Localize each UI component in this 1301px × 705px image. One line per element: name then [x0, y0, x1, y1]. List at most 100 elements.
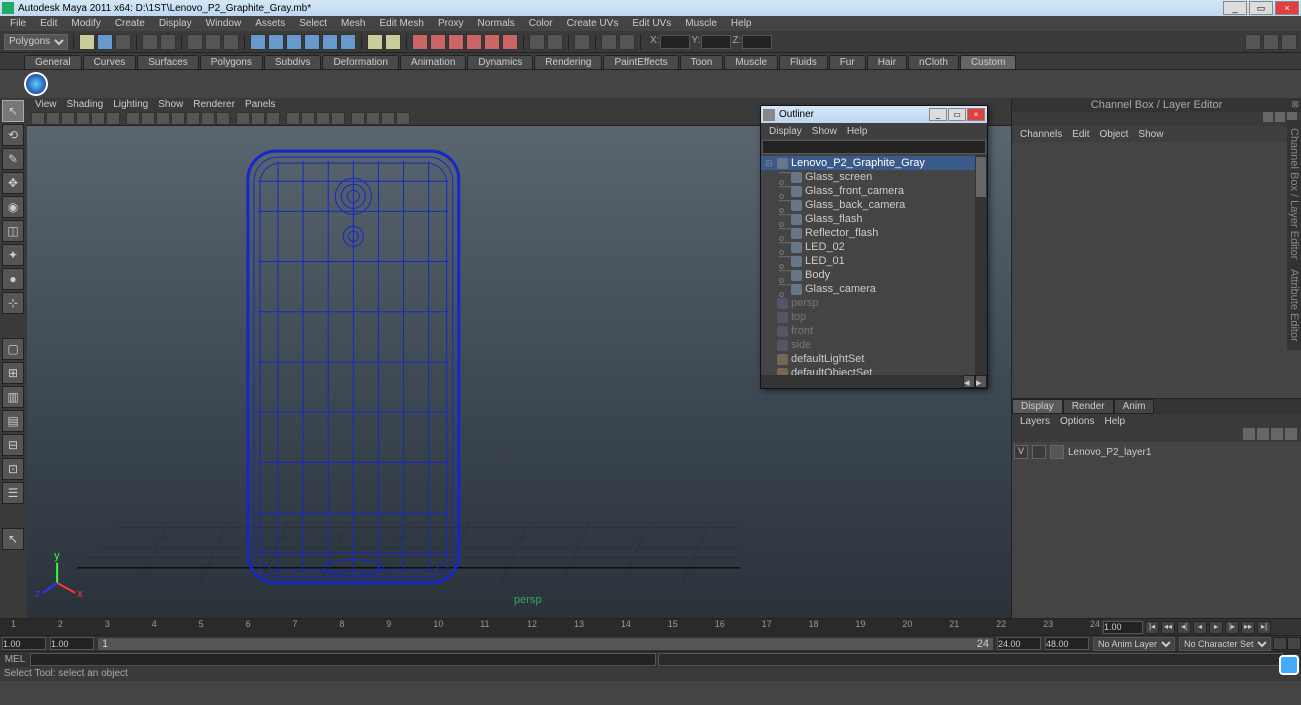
move-tool-icon[interactable]: ✥ [2, 172, 24, 194]
last-tool-icon[interactable]: ↖ [2, 528, 24, 550]
outliner-item[interactable]: top [761, 310, 975, 324]
close-icon[interactable]: ⊠ [1291, 99, 1299, 110]
vp-icon[interactable] [381, 112, 395, 125]
range-start-field[interactable] [2, 637, 46, 650]
vp-icon[interactable] [91, 112, 105, 125]
snap-point-icon[interactable] [286, 34, 302, 50]
menu-proxy[interactable]: Proxy [432, 18, 470, 29]
character-set-dropdown[interactable]: No Character Set [1179, 637, 1271, 651]
layout-two-side-icon[interactable]: ▥ [2, 386, 24, 408]
history-icon[interactable] [367, 34, 383, 50]
outliner-item[interactable]: side [761, 338, 975, 352]
playback-prevkey-icon[interactable]: ◂◂ [1161, 621, 1175, 634]
shelf-tab-custom[interactable]: Custom [960, 55, 1016, 69]
soft-mod-tool-icon[interactable]: ● [2, 268, 24, 290]
anim-layer-dropdown[interactable]: No Anim Layer [1093, 637, 1175, 651]
render-view-icon[interactable] [466, 34, 482, 50]
select-by-component-icon[interactable] [223, 34, 239, 50]
playback-stepfwd-icon[interactable]: |▸ [1225, 621, 1239, 634]
range-track[interactable]: 124 [98, 638, 993, 650]
menuset-dropdown[interactable]: Polygons [4, 34, 68, 50]
playback-stepback-icon[interactable]: ◂| [1177, 621, 1191, 634]
shelf-tab-muscle[interactable]: Muscle [724, 55, 778, 69]
time-slider[interactable]: 123456789101112131415161718192021222324 … [0, 618, 1301, 635]
playback-nextkey-icon[interactable]: ▸▸ [1241, 621, 1255, 634]
cb-menu-object[interactable]: Object [1096, 129, 1133, 140]
shelf-tab-rendering[interactable]: Rendering [534, 55, 602, 69]
playback-play-icon[interactable]: ▸ [1209, 621, 1223, 634]
menu-assets[interactable]: Assets [249, 18, 291, 29]
vp-icon[interactable] [201, 112, 215, 125]
toggle-attr-editor-icon[interactable] [1245, 34, 1261, 50]
universal-manip-icon[interactable]: ✦ [2, 244, 24, 266]
minimize-button[interactable]: _ [1223, 1, 1247, 15]
select-by-hierarchy-icon[interactable] [187, 34, 203, 50]
shelf-tab-fur[interactable]: Fur [829, 55, 866, 69]
layout-single-icon[interactable]: ▢ [2, 338, 24, 360]
layer-state-toggle[interactable] [1032, 445, 1046, 459]
cb-icon[interactable] [1275, 112, 1285, 122]
cb-icon[interactable] [1263, 112, 1273, 122]
toggle-channel-box-icon[interactable] [1281, 34, 1297, 50]
vp-menu-shading[interactable]: Shading [63, 99, 108, 110]
current-time-field[interactable] [1103, 621, 1143, 634]
sidebar-tab-channelbox[interactable]: Channel Box / Layer Editor [1288, 128, 1300, 259]
undo-icon[interactable] [142, 34, 158, 50]
layer-tab-render[interactable]: Render [1063, 399, 1114, 414]
layer-color-swatch[interactable] [1050, 445, 1064, 459]
menu-modify[interactable]: Modify [65, 18, 106, 29]
open-scene-icon[interactable] [97, 34, 113, 50]
paint-select-tool-icon[interactable]: ✎ [2, 148, 24, 170]
vp-icon[interactable] [106, 112, 120, 125]
outliner-window[interactable]: Outliner _ ▭ × Display Show Help ⊟Lenovo… [760, 105, 988, 389]
shelf-button-custom[interactable] [24, 72, 48, 96]
range-end-field-a[interactable] [997, 637, 1041, 650]
layer-row[interactable]: V Lenovo_P2_layer1 [1014, 444, 1299, 460]
outliner-item[interactable]: front [761, 324, 975, 338]
hypershade-icon[interactable] [484, 34, 500, 50]
vp-icon[interactable] [396, 112, 410, 125]
teamviewer-icon[interactable] [1279, 655, 1299, 675]
coord-y-input[interactable] [701, 35, 731, 49]
outliner-minimize-button[interactable]: _ [929, 108, 947, 121]
outliner-scroll-right-icon[interactable]: ▸ [975, 375, 987, 388]
shelf-tab-dynamics[interactable]: Dynamics [467, 55, 533, 69]
prefs-icon[interactable] [1287, 637, 1301, 650]
layer-icon[interactable] [1257, 428, 1269, 440]
shelf-tab-toon[interactable]: Toon [680, 55, 724, 69]
input-box-icon[interactable] [574, 34, 590, 50]
vp-icon[interactable] [251, 112, 265, 125]
cb-menu-channels[interactable]: Channels [1016, 129, 1066, 140]
layer-visibility-toggle[interactable]: V [1014, 445, 1028, 459]
menu-muscle[interactable]: Muscle [679, 18, 723, 29]
layout-custom-icon[interactable]: ⊡ [2, 458, 24, 480]
toggle-tool-settings-icon[interactable] [1263, 34, 1279, 50]
menu-createuvs[interactable]: Create UVs [561, 18, 625, 29]
outliner-menu-help[interactable]: Help [843, 126, 872, 137]
new-scene-icon[interactable] [79, 34, 95, 50]
vp-icon[interactable] [141, 112, 155, 125]
select-by-object-icon[interactable] [205, 34, 221, 50]
vp-icon[interactable] [76, 112, 90, 125]
shelf-tab-animation[interactable]: Animation [400, 55, 466, 69]
shelf-tab-ncloth[interactable]: nCloth [908, 55, 959, 69]
range-start-field-b[interactable] [50, 637, 94, 650]
vp-icon[interactable] [366, 112, 380, 125]
layer-name[interactable]: Lenovo_P2_layer1 [1068, 447, 1151, 458]
outliner-close-button[interactable]: × [967, 108, 985, 121]
sidebar-tab-attribute-editor[interactable]: Attribute Editor [1288, 269, 1300, 342]
coord-x-input[interactable] [660, 35, 690, 49]
menu-edituvs[interactable]: Edit UVs [626, 18, 677, 29]
vp-icon[interactable] [286, 112, 300, 125]
menu-file[interactable]: File [4, 18, 32, 29]
shelf-tab-curves[interactable]: Curves [83, 55, 137, 69]
vp-menu-renderer[interactable]: Renderer [189, 99, 239, 110]
show-manip-icon[interactable]: ⊹ [2, 292, 24, 314]
outliner-maximize-button[interactable]: ▭ [948, 108, 966, 121]
script-lang-label[interactable]: MEL [0, 654, 30, 665]
close-button[interactable]: × [1275, 1, 1299, 15]
outliner-item[interactable]: defaultLightSet [761, 352, 975, 366]
menu-select[interactable]: Select [293, 18, 333, 29]
render-current-icon[interactable] [412, 34, 428, 50]
layout-four-icon[interactable]: ⊞ [2, 362, 24, 384]
